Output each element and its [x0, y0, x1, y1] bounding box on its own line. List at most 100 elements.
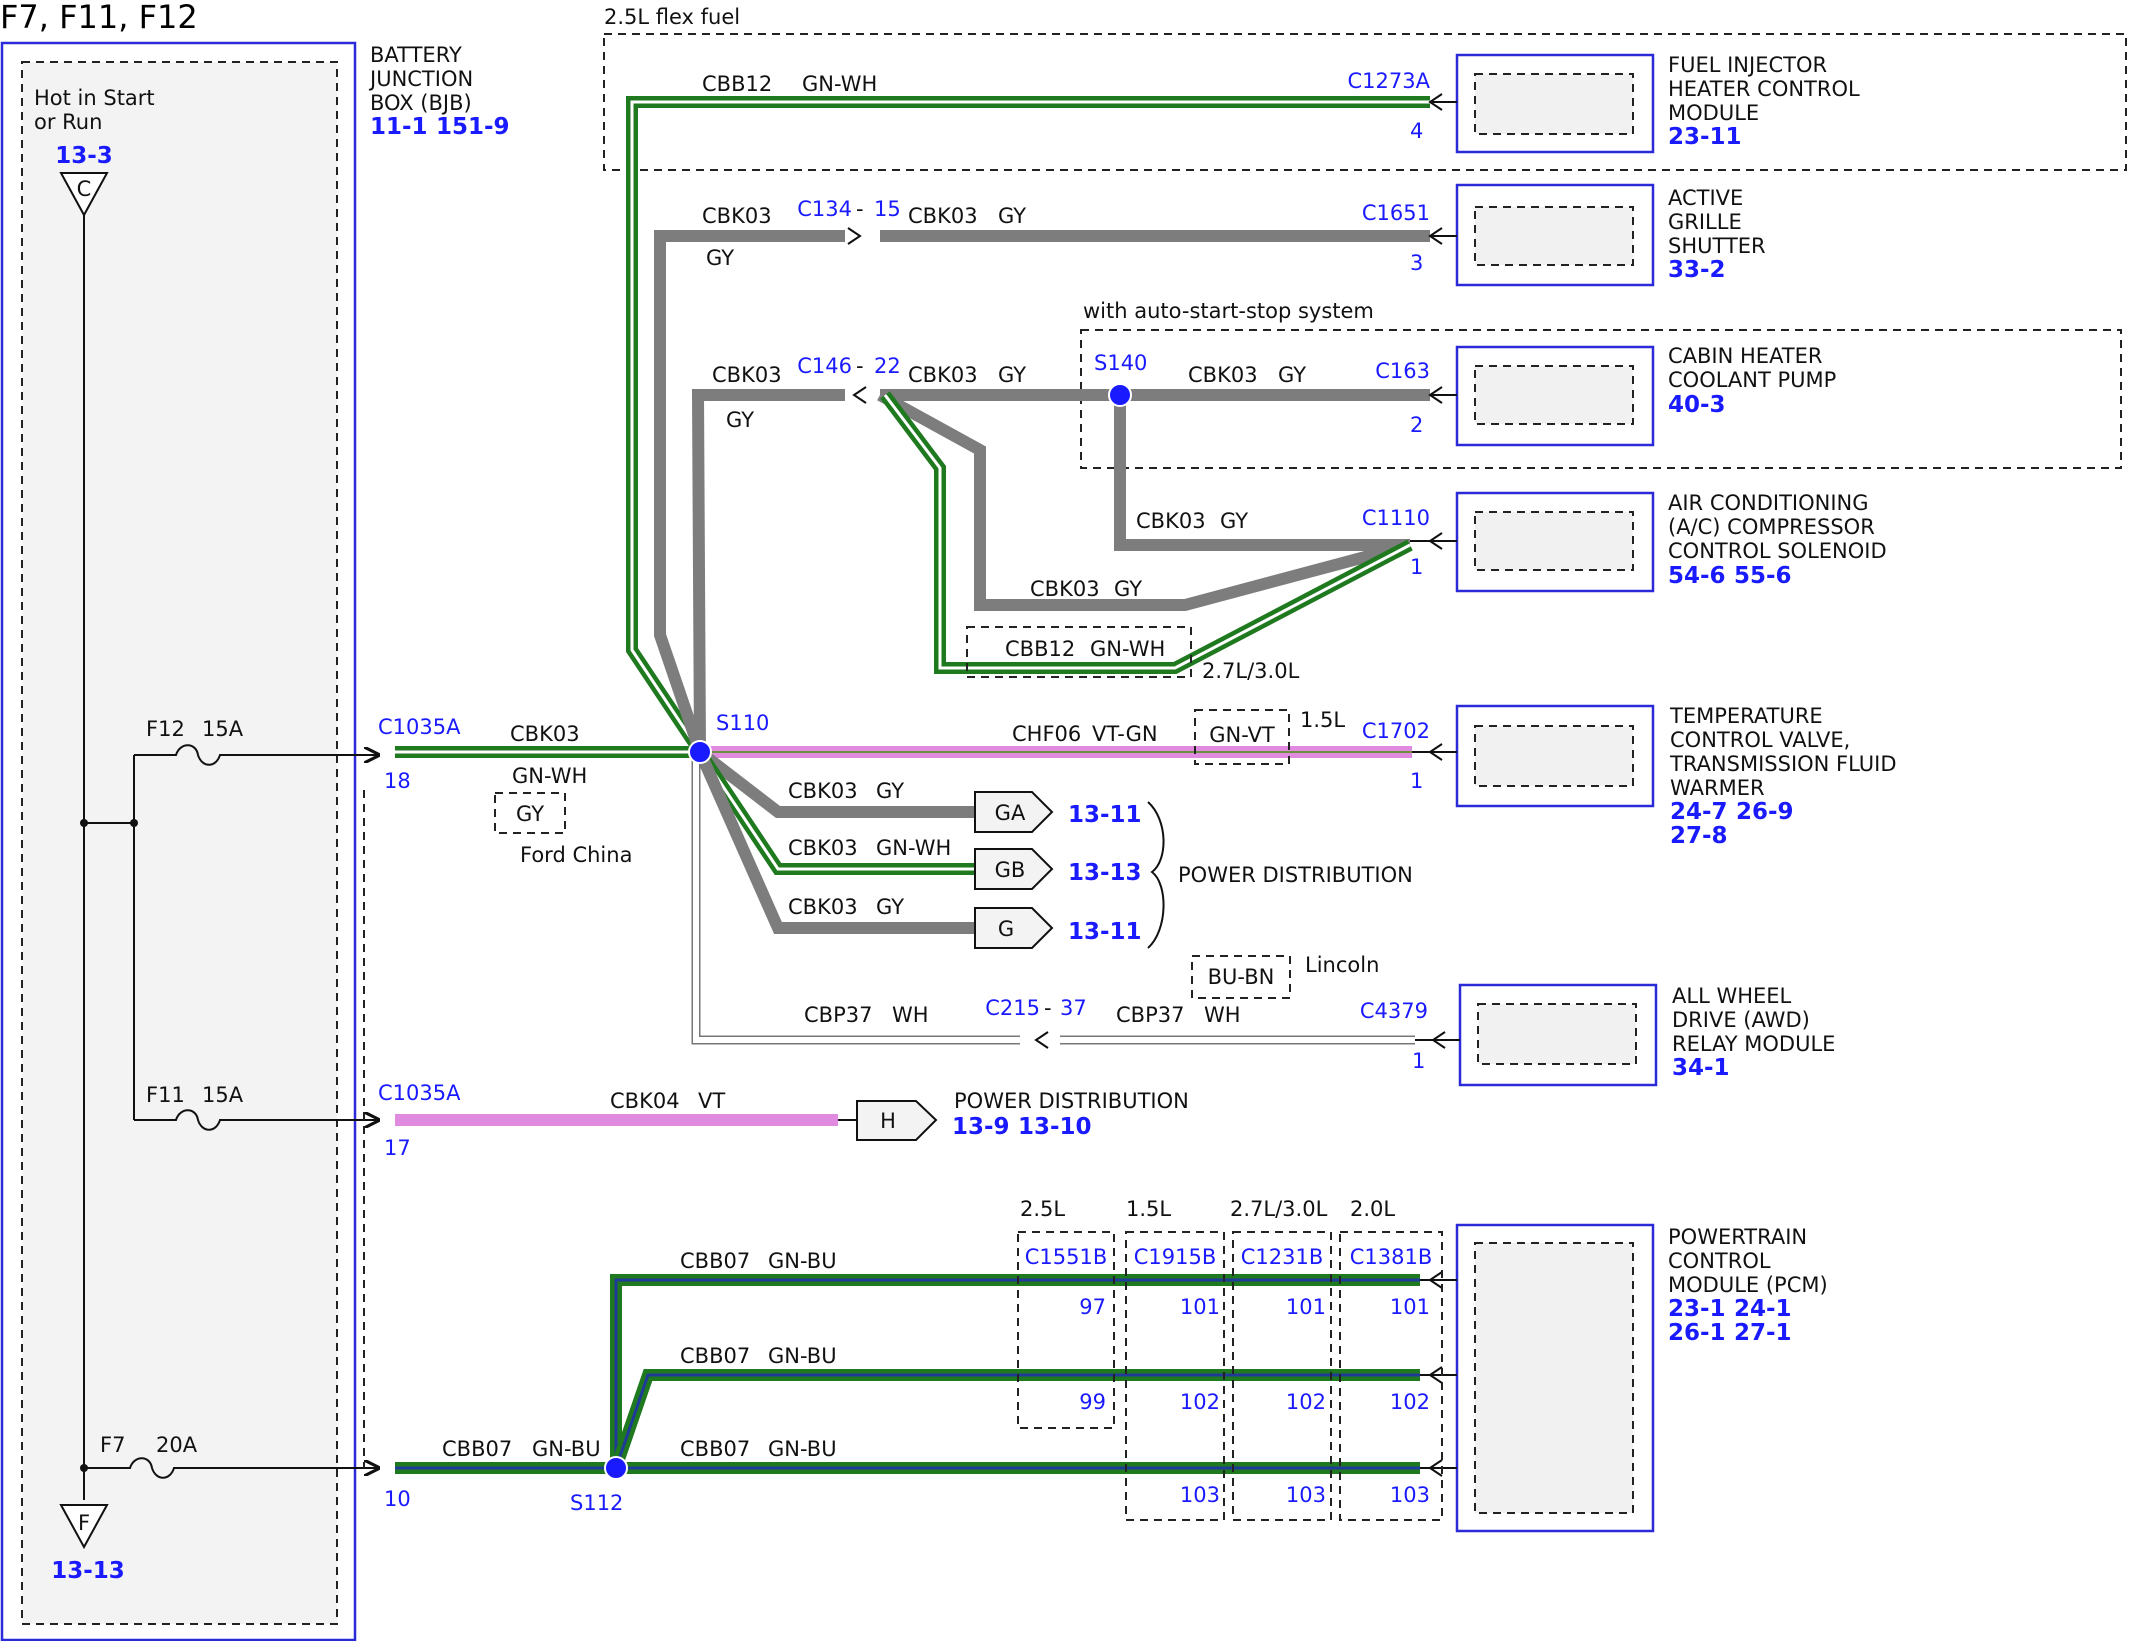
pcm-pin-4-3: 103 — [1390, 1483, 1430, 1507]
wl-cbb07-left-color: GN-BU — [532, 1437, 601, 1461]
c146-name[interactable]: C146 — [797, 354, 852, 378]
wl-c146-left-circuit: CBK03 — [712, 363, 782, 387]
flag-ga-ref[interactable]: 13-11 — [1068, 802, 1142, 828]
c215-name[interactable]: C215 — [985, 996, 1040, 1020]
pd-label: POWER DISTRIBUTION — [1178, 863, 1413, 887]
wl-cbb07-mid-circuit: CBB07 — [680, 1344, 750, 1368]
h-flag-ref-1[interactable]: 13-9 — [952, 1114, 1010, 1140]
s112-label[interactable]: S112 — [570, 1491, 623, 1515]
bjb-top-symbol: C — [77, 177, 92, 201]
splice-s112[interactable] — [604, 1456, 628, 1480]
tcv-ref-1[interactable]: 24-7 — [1670, 799, 1728, 825]
c1035a-top-name[interactable]: C1035A — [378, 715, 461, 739]
pcm-pin-3-3: 103 — [1286, 1483, 1326, 1507]
bjb-top-ref[interactable]: 13-3 — [55, 143, 113, 169]
fuse-f7-name: F7 — [100, 1433, 125, 1457]
fihcm-ref[interactable]: 23-11 — [1668, 124, 1742, 150]
ac-ref-1[interactable]: 54-6 — [1668, 563, 1726, 589]
flag-g[interactable]: G — [974, 907, 1054, 949]
splice-s110[interactable] — [688, 740, 712, 764]
component-ags[interactable] — [1455, 183, 1655, 287]
component-pcm[interactable] — [1455, 1223, 1655, 1533]
pcm-pin-3-2: 102 — [1286, 1390, 1326, 1414]
awd-label-1: ALL WHEEL — [1672, 984, 1792, 1008]
ac-label-2: (A/C) COMPRESSOR — [1668, 515, 1875, 539]
pcm-pin-4-1: 101 — [1390, 1295, 1430, 1319]
wl-cbb12-lower-color: GN-WH — [1090, 637, 1165, 661]
tcv-label-3: TRANSMISSION FLUID — [1669, 752, 1897, 776]
bjb-bottom-symbol: F — [78, 1511, 90, 1535]
c163-name[interactable]: C163 — [1375, 359, 1430, 383]
bjb-bottom-ref[interactable]: 13-13 — [51, 1558, 125, 1584]
tcv-ref-3[interactable]: 27-8 — [1670, 823, 1728, 849]
bjb-name-1: BATTERY — [370, 43, 462, 67]
awd-label-3: RELAY MODULE — [1672, 1032, 1835, 1056]
flag-h[interactable]: H — [856, 1100, 938, 1141]
wl-cbp37-left-color: WH — [892, 1003, 929, 1027]
c215-pin: 37 — [1060, 996, 1087, 1020]
wl-c146-left-color: GY — [726, 408, 754, 432]
pcm-ref-4[interactable]: 27-1 — [1734, 1320, 1792, 1346]
pcm-ref-3[interactable]: 26-1 — [1668, 1320, 1726, 1346]
ac-ref-2[interactable]: 55-6 — [1734, 563, 1792, 589]
flag-gb[interactable]: GB — [974, 848, 1054, 890]
bjb-inner — [21, 61, 338, 1625]
c1273a-name[interactable]: C1273A — [1348, 69, 1431, 93]
ford-china-label: Ford China — [520, 843, 632, 867]
wl-s140-down-circuit: CBK03 — [1136, 509, 1206, 533]
c134-name[interactable]: C134 — [797, 197, 852, 221]
s140-label[interactable]: S140 — [1094, 351, 1147, 375]
tcv-ref-2[interactable]: 26-9 — [1736, 799, 1794, 825]
pcm-ref-2[interactable]: 24-1 — [1734, 1296, 1792, 1322]
fuse-f11-rating: 15A — [202, 1083, 244, 1107]
component-chcp[interactable] — [1455, 345, 1655, 447]
component-tcv[interactable] — [1455, 704, 1655, 808]
pcm-engine-4: 2.0L — [1350, 1197, 1395, 1221]
bjb-name-3: BOX (BJB) — [370, 91, 472, 115]
c146-pin: 22 — [874, 354, 901, 378]
flag-g-ref[interactable]: 13-11 — [1068, 919, 1142, 945]
component-awd[interactable] — [1458, 983, 1658, 1087]
pcm-conn-name-4[interactable]: C1381B — [1350, 1245, 1433, 1269]
wl-chf06-color: VT-GN — [1092, 722, 1158, 746]
wl-c146-right-color: GY — [998, 363, 1026, 387]
tcv-label-2: CONTROL VALVE, — [1670, 728, 1850, 752]
engine-15-label: 1.5L — [1300, 708, 1345, 732]
pcm-ref-1[interactable]: 23-1 — [1668, 1296, 1726, 1322]
bjb-ref-2[interactable]: 151-9 — [436, 114, 510, 140]
wl-lower-circuit: CBK03 — [1030, 577, 1100, 601]
flag-gb-ref[interactable]: 13-13 — [1068, 860, 1142, 886]
wl-ga-color: GY — [876, 779, 904, 803]
chcp-ref[interactable]: 40-3 — [1668, 392, 1726, 418]
wl-g-color: GY — [876, 895, 904, 919]
fuse-f12-rating: 15A — [202, 717, 244, 741]
c1110-name[interactable]: C1110 — [1362, 506, 1430, 530]
c1035a-mid-name[interactable]: C1035A — [378, 1081, 461, 1105]
splice-s140[interactable] — [1108, 383, 1132, 407]
component-fihcm[interactable] — [1455, 53, 1655, 154]
pcm-conn-name-3[interactable]: C1231B — [1241, 1245, 1324, 1269]
flag-ga[interactable]: GA — [974, 791, 1054, 833]
c4379-name[interactable]: C4379 — [1360, 999, 1428, 1023]
wl-cbb12-top-color: GN-WH — [802, 72, 877, 96]
wl-cbp37-right-circuit: CBP37 — [1116, 1003, 1184, 1027]
auto-start-stop-label: with auto-start-stop system — [1083, 299, 1374, 323]
h-flag-ref-2[interactable]: 13-10 — [1018, 1114, 1092, 1140]
fihcm-label-1: FUEL INJECTOR — [1668, 53, 1827, 77]
ags-ref[interactable]: 33-2 — [1668, 257, 1726, 283]
c215-dash: - — [1044, 996, 1052, 1020]
pcm-conn-name-1[interactable]: C1551B — [1025, 1245, 1108, 1269]
awd-ref[interactable]: 34-1 — [1672, 1055, 1730, 1081]
c1702-name[interactable]: C1702 — [1362, 719, 1430, 743]
tcv-label-4: WARMER — [1670, 776, 1765, 800]
s110-label[interactable]: S110 — [716, 711, 769, 735]
pcm-conn-name-2[interactable]: C1915B — [1134, 1245, 1217, 1269]
wl-cbb07-bottom-color: GN-BU — [768, 1437, 837, 1461]
c1651-name[interactable]: C1651 — [1362, 201, 1430, 225]
wl-cbp37-left-circuit: CBP37 — [804, 1003, 872, 1027]
component-ac[interactable] — [1455, 491, 1655, 593]
bjb-ref-1[interactable]: 11-1 — [370, 114, 428, 140]
c134-dash: - — [856, 197, 864, 221]
c1651-pin: 3 — [1410, 251, 1423, 275]
wl-ga-circuit: CBK03 — [788, 779, 858, 803]
